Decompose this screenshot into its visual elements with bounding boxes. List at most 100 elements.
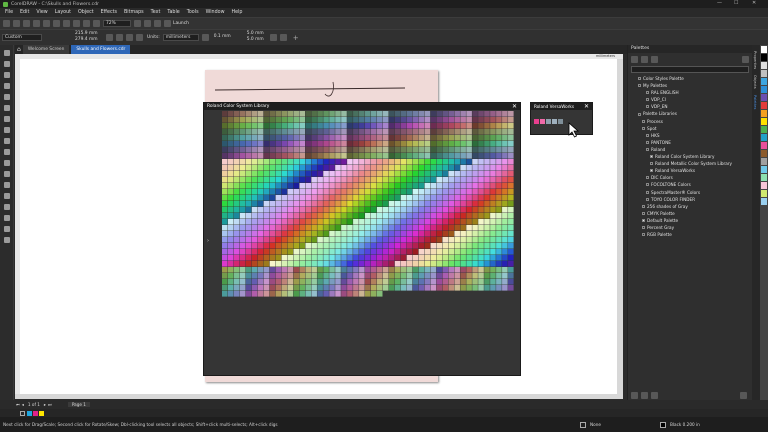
color-swatch[interactable] [353, 123, 359, 129]
color-swatch[interactable] [382, 189, 389, 195]
color-swatch[interactable] [466, 273, 472, 279]
color-swatch[interactable] [376, 195, 383, 201]
color-swatch[interactable] [496, 285, 502, 291]
color-swatch[interactable] [251, 267, 258, 273]
color-swatch[interactable] [376, 225, 383, 231]
zoom-level-select[interactable]: 72% [103, 20, 131, 27]
color-swatch[interactable] [370, 243, 377, 249]
drop-shadow-tool-icon[interactable] [4, 182, 10, 188]
color-swatch[interactable] [341, 189, 347, 195]
color-swatch[interactable] [478, 249, 484, 255]
color-swatch[interactable] [394, 207, 401, 213]
color-swatch[interactable] [484, 243, 490, 249]
polygon-tool-icon[interactable] [4, 138, 10, 144]
color-swatch[interactable] [335, 195, 341, 201]
color-swatch[interactable] [353, 201, 359, 207]
color-swatch[interactable] [454, 201, 460, 207]
color-swatch[interactable] [424, 159, 431, 165]
color-swatch[interactable] [418, 159, 425, 165]
color-swatch[interactable] [251, 153, 258, 159]
color-swatch[interactable] [370, 231, 377, 237]
color-swatch[interactable] [442, 183, 449, 189]
color-swatch[interactable] [299, 213, 306, 219]
color-swatch[interactable] [239, 231, 246, 237]
color-swatch[interactable] [233, 123, 240, 129]
color-swatch[interactable] [222, 237, 228, 243]
color-swatch[interactable] [287, 279, 294, 285]
color-swatch[interactable] [335, 165, 341, 171]
color-swatch[interactable] [454, 135, 460, 141]
color-swatch[interactable] [222, 249, 228, 255]
color-swatch[interactable] [418, 237, 425, 243]
full-screen-icon[interactable] [134, 20, 141, 27]
color-swatch[interactable] [460, 111, 466, 117]
color-swatch[interactable] [472, 117, 478, 123]
color-swatch[interactable] [359, 243, 365, 249]
menu-object[interactable]: Object [78, 10, 94, 15]
color-swatch[interactable] [484, 285, 490, 291]
color-swatch[interactable] [293, 285, 300, 291]
color-swatch[interactable] [478, 261, 484, 267]
color-swatch[interactable] [299, 159, 306, 165]
palette-strip-swatch[interactable] [761, 182, 767, 189]
color-swatch[interactable] [245, 123, 252, 129]
color-swatch[interactable] [472, 111, 478, 117]
color-swatch[interactable] [430, 165, 437, 171]
color-swatch[interactable] [359, 291, 365, 297]
color-swatch[interactable] [382, 285, 389, 291]
color-swatch[interactable] [406, 123, 413, 129]
visibility-checkbox[interactable] [646, 176, 649, 180]
color-swatch[interactable] [388, 261, 395, 267]
color-swatch[interactable] [263, 165, 270, 171]
color-swatch[interactable] [490, 255, 496, 261]
color-swatch[interactable] [418, 183, 425, 189]
color-swatch[interactable] [424, 123, 431, 129]
color-swatch[interactable] [365, 171, 371, 177]
color-swatch[interactable] [257, 225, 264, 231]
color-swatch[interactable] [365, 129, 371, 135]
color-swatch[interactable] [418, 171, 425, 177]
color-swatch[interactable] [263, 237, 270, 243]
color-swatch[interactable] [502, 201, 508, 207]
color-swatch[interactable] [239, 219, 246, 225]
color-swatch[interactable] [269, 153, 276, 159]
color-swatch[interactable] [287, 177, 294, 183]
color-swatch[interactable] [311, 279, 317, 285]
color-swatch[interactable] [251, 159, 258, 165]
color-swatch[interactable] [448, 117, 455, 123]
color-swatch[interactable] [490, 261, 496, 267]
color-swatch[interactable] [305, 213, 311, 219]
color-swatch[interactable] [281, 147, 288, 153]
color-swatch[interactable] [436, 213, 443, 219]
color-swatch[interactable] [442, 273, 449, 279]
color-swatch[interactable] [418, 243, 425, 249]
color-swatch[interactable] [484, 153, 490, 159]
color-swatch[interactable] [299, 243, 306, 249]
color-swatch[interactable] [227, 171, 234, 177]
palette-title-bar[interactable]: Roland Color System Library ✕ [204, 103, 520, 110]
color-swatch[interactable] [257, 279, 264, 285]
color-swatch[interactable] [442, 285, 449, 291]
color-swatch[interactable] [472, 255, 478, 261]
color-swatch[interactable] [406, 111, 413, 117]
color-swatch[interactable] [496, 153, 502, 159]
color-swatch[interactable] [347, 255, 353, 261]
new-palette-footer-icon[interactable] [631, 391, 638, 399]
color-swatch[interactable] [305, 159, 311, 165]
color-swatch[interactable] [281, 207, 288, 213]
color-swatch[interactable] [311, 201, 317, 207]
color-swatch[interactable] [412, 213, 419, 219]
color-swatch[interactable] [394, 117, 401, 123]
color-swatch[interactable] [323, 267, 329, 273]
color-swatch[interactable] [347, 189, 353, 195]
color-swatch[interactable] [484, 237, 490, 243]
color-swatch[interactable] [484, 279, 490, 285]
color-swatch[interactable] [281, 261, 288, 267]
color-swatch[interactable] [263, 273, 270, 279]
color-swatch[interactable] [436, 279, 443, 285]
color-swatch[interactable] [359, 123, 365, 129]
color-swatch[interactable] [299, 183, 306, 189]
color-swatch[interactable] [317, 291, 323, 297]
color-swatch[interactable] [281, 171, 288, 177]
visibility-checkbox[interactable] [638, 112, 641, 116]
